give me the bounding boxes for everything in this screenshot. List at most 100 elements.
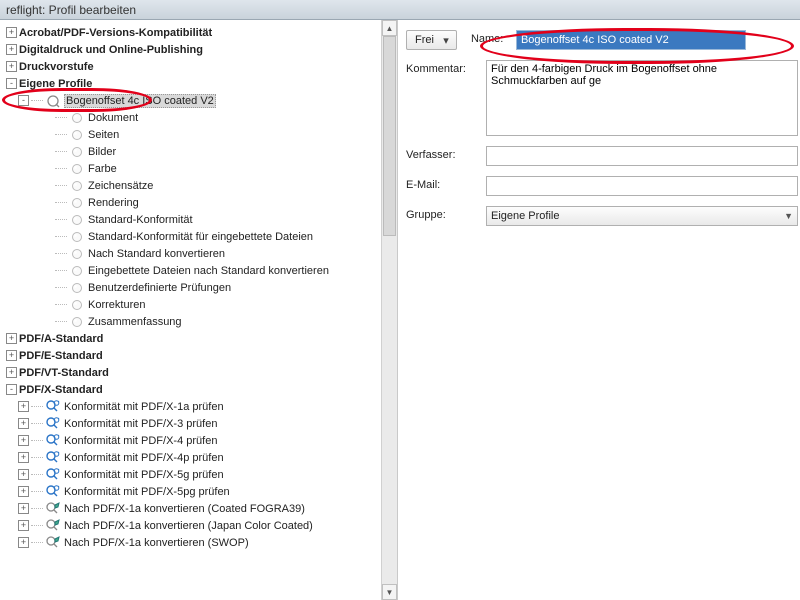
tree-item-label: Farbe — [88, 163, 117, 175]
expander-icon[interactable]: + — [18, 503, 29, 514]
expander-icon[interactable]: - — [6, 384, 17, 395]
author-input[interactable] — [486, 146, 798, 166]
expander-icon[interactable]: + — [18, 469, 29, 480]
tree-item-label: Konformität mit PDF/X-3 prüfen — [64, 418, 217, 430]
tree-item-label: Seiten — [88, 129, 119, 141]
tree-profile[interactable]: + Konformität mit PDF/X-3 prüfen — [2, 415, 379, 432]
tree-subitem[interactable]: Benutzerdefinierte Prüfungen — [2, 279, 379, 296]
tree-item-label: Nach PDF/X-1a konvertieren (Japan Color … — [64, 520, 313, 532]
tree-subitem[interactable]: Zeichensätze — [2, 177, 379, 194]
expander-icon[interactable]: + — [18, 537, 29, 548]
expander-icon[interactable]: + — [18, 435, 29, 446]
expander-icon[interactable]: + — [6, 44, 17, 55]
bullet-icon — [69, 298, 85, 312]
expander-icon[interactable]: + — [18, 401, 29, 412]
expander-icon[interactable]: + — [18, 486, 29, 497]
tree-group[interactable]: +Digitaldruck und Online-Publishing — [2, 41, 379, 58]
expander-icon[interactable]: + — [6, 350, 17, 361]
tree-item-label: Standard-Konformität für eingebettete Da… — [88, 231, 313, 243]
tree-subitem[interactable]: Seiten — [2, 126, 379, 143]
group-select-value: Eigene Profile — [491, 210, 560, 222]
tree-item-label: Standard-Konformität — [88, 214, 193, 226]
scroll-thumb[interactable] — [383, 36, 396, 236]
tree-subitem[interactable]: Nach Standard konvertieren — [2, 245, 379, 262]
group-select[interactable]: Eigene Profile ▼ — [486, 206, 798, 226]
expander-icon[interactable]: - — [18, 95, 29, 106]
expander-icon[interactable]: + — [18, 418, 29, 429]
profile-tree[interactable]: +Acrobat/PDF-Versions-Kompatibilität+Dig… — [0, 20, 381, 600]
check-icon — [45, 468, 61, 482]
tree-group[interactable]: -PDF/X-Standard — [2, 381, 379, 398]
tree-group[interactable]: +Druckvorstufe — [2, 58, 379, 75]
tree-item-label: Konformität mit PDF/X-1a prüfen — [64, 401, 224, 413]
check-icon — [45, 434, 61, 448]
tree-subitem[interactable]: Standard-Konformität für eingebettete Da… — [2, 228, 379, 245]
tree-profile[interactable]: + Konformität mit PDF/X-5pg prüfen — [2, 483, 379, 500]
expander-icon[interactable]: + — [6, 367, 17, 378]
dropdown-arrow-icon: ▾ — [440, 34, 452, 47]
tree-item-label: Nach Standard konvertieren — [88, 248, 225, 260]
tree-group[interactable]: +PDF/VT-Standard — [2, 364, 379, 381]
tree-group[interactable]: +PDF/E-Standard — [2, 347, 379, 364]
window-title: reflight: Profil bearbeiten — [0, 0, 800, 20]
check-icon — [45, 400, 61, 414]
author-label: Verfasser: — [406, 146, 486, 161]
tree-group[interactable]: +PDF/A-Standard — [2, 330, 379, 347]
tree-item-label: Konformität mit PDF/X-4 prüfen — [64, 435, 217, 447]
tree-profile[interactable]: + Konformität mit PDF/X-4 prüfen — [2, 432, 379, 449]
tree-item-label: Nach PDF/X-1a konvertieren (Coated FOGRA… — [64, 503, 305, 515]
tree-profile[interactable]: +Nach PDF/X-1a konvertieren (SWOP) — [2, 534, 379, 551]
tree-group[interactable]: -Eigene Profile — [2, 75, 379, 92]
expander-icon[interactable]: - — [6, 78, 17, 89]
tree-item-label: Korrekturen — [88, 299, 145, 311]
tree-profile[interactable]: - Bogenoffset 4c ISO coated V2 — [2, 92, 379, 109]
form-pane: Frei ▾ Name: Kommentar: Verfasser: E-Mai… — [398, 20, 800, 600]
scroll-track[interactable] — [382, 36, 397, 584]
tree-item-label: Eigene Profile — [19, 78, 92, 90]
tree-subitem[interactable]: Dokument — [2, 109, 379, 126]
tree-subitem[interactable]: Standard-Konformität — [2, 211, 379, 228]
fix-icon — [45, 536, 61, 550]
lock-state-label: Frei — [415, 34, 434, 46]
bullet-icon — [69, 264, 85, 278]
check-icon — [45, 485, 61, 499]
tree-subitem[interactable]: Bilder — [2, 143, 379, 160]
bullet-icon — [69, 315, 85, 329]
tree-item-label: PDF/A-Standard — [19, 333, 103, 345]
tree-subitem[interactable]: Rendering — [2, 194, 379, 211]
tree-item-label: Digitaldruck und Online-Publishing — [19, 44, 203, 56]
tree-subitem[interactable]: Farbe — [2, 160, 379, 177]
tree-subitem[interactable]: Eingebettete Dateien nach Standard konve… — [2, 262, 379, 279]
expander-icon[interactable]: + — [6, 27, 17, 38]
tree-group[interactable]: +Acrobat/PDF-Versions-Kompatibilität — [2, 24, 379, 41]
expander-icon[interactable]: + — [6, 333, 17, 344]
tree-subitem[interactable]: Zusammenfassung — [2, 313, 379, 330]
tree-item-label: Konformität mit PDF/X-5pg prüfen — [64, 486, 230, 498]
email-input[interactable] — [486, 176, 798, 196]
tree-subitem[interactable]: Korrekturen — [2, 296, 379, 313]
scroll-down-button[interactable]: ▼ — [382, 584, 397, 600]
tree-profile[interactable]: + Nach PDF/X-1a konvertieren (Coated FOGR… — [2, 500, 379, 517]
dropdown-arrow-icon: ▼ — [784, 211, 793, 221]
expander-icon[interactable]: + — [6, 61, 17, 72]
main-area: +Acrobat/PDF-Versions-Kompatibilität+Dig… — [0, 20, 800, 600]
lock-state-dropdown[interactable]: Frei ▾ — [406, 30, 457, 50]
tree-item-label: PDF/X-Standard — [19, 384, 103, 396]
tree-profile[interactable]: + Konformität mit PDF/X-1a prüfen — [2, 398, 379, 415]
scroll-up-button[interactable]: ▲ — [382, 20, 397, 36]
expander-icon[interactable]: + — [18, 520, 29, 531]
name-input[interactable] — [516, 30, 746, 50]
bullet-icon — [69, 128, 85, 142]
fix-icon — [45, 502, 61, 516]
tree-item-label: Bogenoffset 4c ISO coated V2 — [64, 94, 216, 108]
tree-profile[interactable]: +Konformität mit PDF/X-5g prüfen — [2, 466, 379, 483]
tree-item-label: Rendering — [88, 197, 139, 209]
tree-profile[interactable]: +Konformität mit PDF/X-4p prüfen — [2, 449, 379, 466]
tree-scrollbar[interactable]: ▲ ▼ — [381, 20, 397, 600]
expander-icon[interactable]: + — [18, 452, 29, 463]
comment-textarea[interactable] — [486, 60, 798, 136]
tree-item-label: Benutzerdefinierte Prüfungen — [88, 282, 231, 294]
group-label: Gruppe: — [406, 206, 486, 221]
tree-profile[interactable]: + Nach PDF/X-1a konvertieren (Japan Color… — [2, 517, 379, 534]
bullet-icon — [69, 213, 85, 227]
